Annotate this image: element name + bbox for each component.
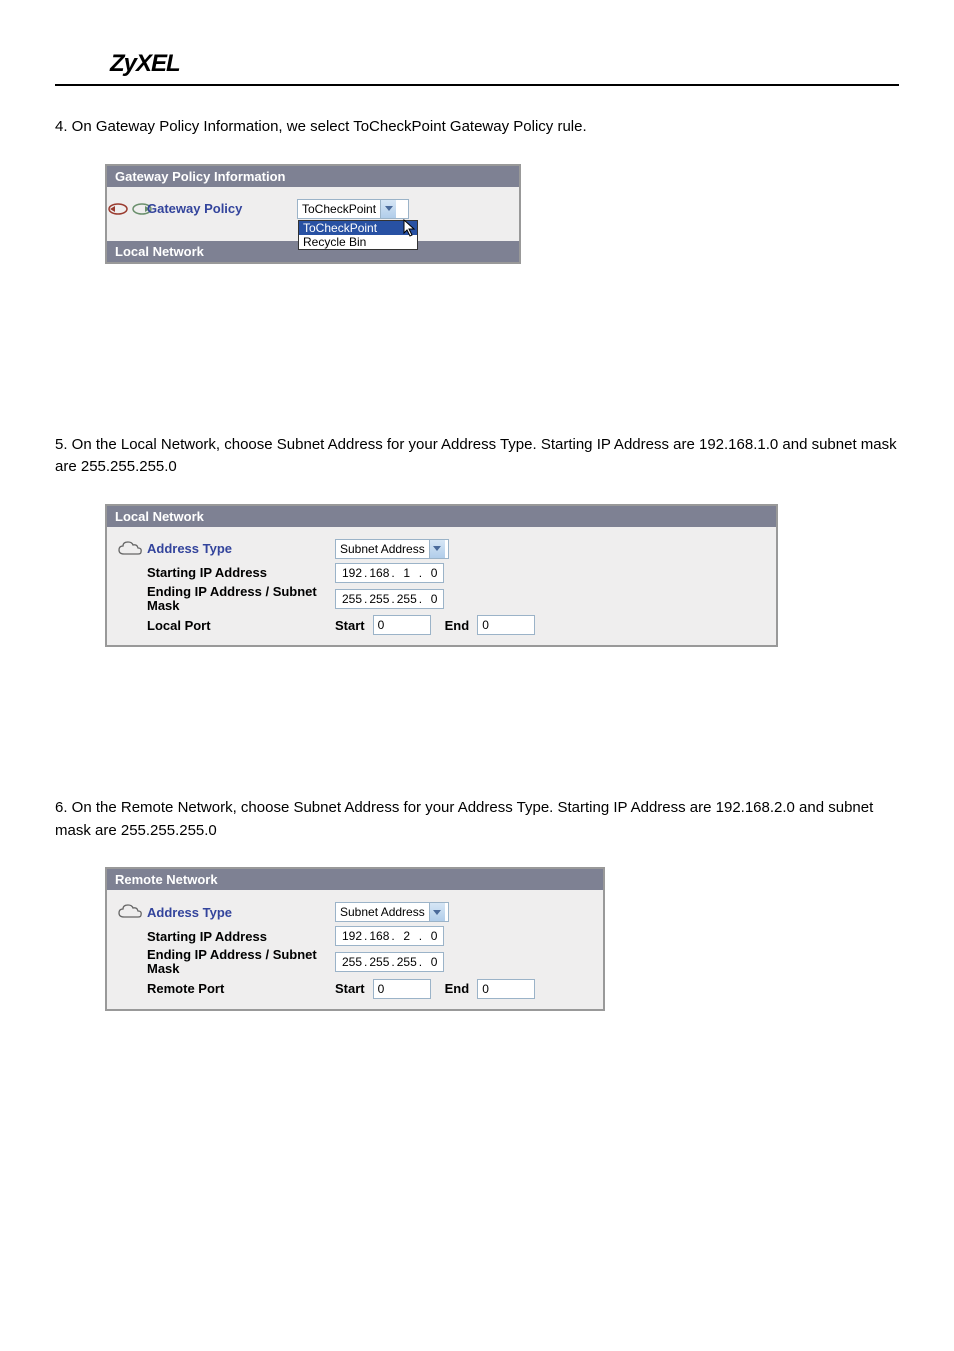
gateway-policy-panel: Gateway Policy Information Gateway Polic… [105, 164, 521, 264]
remote-network-panel: Remote Network Address Type Subnet Addre… [105, 867, 605, 1011]
starting-ip-label: Starting IP Address [147, 565, 335, 580]
local-port-end-input[interactable]: 0 [477, 615, 535, 635]
address-type-label: Address Type [147, 541, 335, 556]
chevron-down-icon [429, 540, 445, 558]
start-label: Start [335, 981, 365, 996]
gateway-policy-label: Gateway Policy [147, 201, 297, 216]
ending-ip-label: Ending IP Address / Subnet Mask [147, 948, 335, 977]
remote-port-end-input[interactable]: 0 [477, 979, 535, 999]
local-port-start-input[interactable]: 0 [373, 615, 431, 635]
gateway-policy-dropdown: ToCheckPoint Recycle Bin [298, 220, 418, 250]
gateway-policy-select[interactable]: ToCheckPoint ToCheckPoint Recycle Bin [297, 199, 409, 219]
chevron-down-icon [429, 903, 445, 921]
local-network-panel: Local Network Address Type Subnet Addres… [105, 504, 778, 648]
step-6-text: 6. On the Remote Network, choose Subnet … [55, 797, 899, 842]
subnet-mask-input[interactable]: 255 . 255 . 255 . 0 [335, 952, 444, 972]
address-type-select[interactable]: Subnet Address [335, 539, 449, 559]
cloud-icon [113, 902, 147, 922]
logo: ZyXEL [110, 50, 844, 78]
remote-port-start-input[interactable]: 0 [373, 979, 431, 999]
start-label: Start [335, 618, 365, 633]
remote-port-label: Remote Port [147, 981, 335, 996]
tunnel-icon [113, 201, 147, 217]
step-4-text: 4. On Gateway Policy Information, we sel… [55, 116, 899, 139]
starting-ip-label: Starting IP Address [147, 929, 335, 944]
subnet-mask-input[interactable]: 255 . 255 . 255 . 0 [335, 589, 444, 609]
end-label: End [445, 981, 470, 996]
panel-title: Remote Network [107, 869, 603, 890]
panel-title: Gateway Policy Information [107, 166, 519, 187]
address-type-select[interactable]: Subnet Address [335, 902, 449, 922]
select-value: Subnet Address [336, 904, 429, 920]
chevron-down-icon [380, 200, 396, 218]
dropdown-option-recyclebin[interactable]: Recycle Bin [299, 235, 417, 249]
end-label: End [445, 618, 470, 633]
select-value: ToCheckPoint [298, 201, 380, 217]
cursor-icon [402, 219, 418, 240]
ending-ip-label: Ending IP Address / Subnet Mask [147, 585, 335, 614]
dropdown-option-tocheckpoint[interactable]: ToCheckPoint [299, 221, 417, 235]
starting-ip-input[interactable]: 192 . 168 . 1 . 0 [335, 563, 444, 583]
panel-title: Local Network [107, 506, 776, 527]
local-port-label: Local Port [147, 618, 335, 633]
address-type-label: Address Type [147, 905, 335, 920]
cloud-icon [113, 539, 147, 559]
starting-ip-input[interactable]: 192 . 168 . 2 . 0 [335, 926, 444, 946]
page-header: ZyXEL [55, 0, 899, 86]
select-value: Subnet Address [336, 541, 429, 557]
step-5-text: 5. On the Local Network, choose Subnet A… [55, 434, 899, 479]
